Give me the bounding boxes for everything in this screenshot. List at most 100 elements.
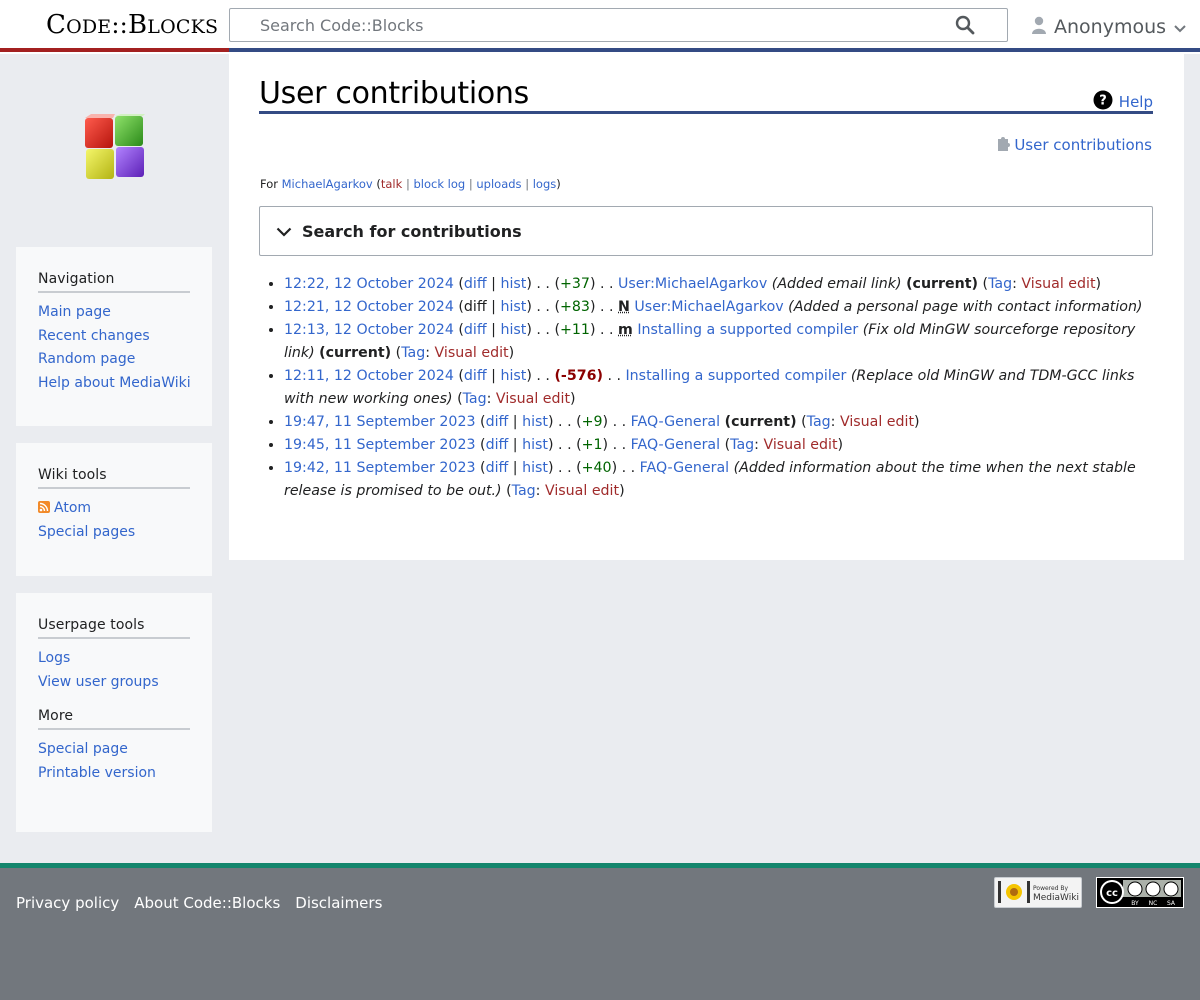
page-link[interactable]: User:MichaelAgarkov: [634, 299, 783, 315]
entry-timestamp-link[interactable]: 12:21, 12 October 2024: [284, 299, 454, 315]
hist-link[interactable]: hist: [500, 368, 526, 384]
search-input[interactable]: [230, 9, 950, 41]
sidebar-item-special-pages[interactable]: Special pages: [38, 524, 135, 540]
sidebar-navigation: Navigation Main page Recent changes Rand…: [16, 247, 212, 426]
sidebar-item-printable-version[interactable]: Printable version: [38, 765, 156, 781]
tag-value-link[interactable]: Visual edit: [435, 345, 509, 361]
size-diff: +1: [581, 437, 603, 453]
user-menu[interactable]: Anonymous: [1032, 14, 1186, 40]
size-diff: +37: [559, 276, 590, 292]
sidebar-userpage-tools: Userpage tools Logs View user groups Mor…: [16, 593, 212, 832]
tag-link[interactable]: Tag: [988, 276, 1012, 292]
sidebar-item-help-mediawiki[interactable]: Help about MediaWiki: [38, 375, 191, 391]
sidebar-navigation-heading: Navigation: [38, 271, 190, 293]
block-log-link[interactable]: block log: [413, 177, 465, 191]
diff-link[interactable]: diff: [486, 414, 509, 430]
tag-link[interactable]: Tag: [401, 345, 425, 361]
hist-link[interactable]: hist: [500, 299, 526, 315]
edit-summary: (Added email link): [771, 276, 902, 292]
svg-text:NC: NC: [1149, 900, 1158, 907]
sidebar-item-view-user-groups[interactable]: View user groups: [38, 674, 159, 690]
tag-value-link[interactable]: Visual edit: [545, 483, 619, 499]
user-menu-label: Anonymous: [1054, 16, 1167, 38]
diff-link[interactable]: diff: [486, 460, 509, 476]
footer-link-disclaimers[interactable]: Disclaimers: [295, 894, 382, 912]
tag-value-link[interactable]: Visual edit: [1021, 276, 1095, 292]
entry-timestamp-link[interactable]: 19:45, 11 September 2023: [284, 437, 476, 453]
page-link[interactable]: FAQ-General: [631, 414, 720, 430]
tag-link[interactable]: Tag: [807, 414, 831, 430]
main-content: User contributions ? Help User contribut…: [229, 52, 1184, 560]
page-link[interactable]: FAQ-General: [640, 460, 729, 476]
entry-timestamp-link[interactable]: 19:42, 11 September 2023: [284, 460, 476, 476]
footer-link-privacy[interactable]: Privacy policy: [16, 894, 119, 912]
title-rule: [259, 111, 1153, 114]
hist-link[interactable]: hist: [522, 460, 548, 476]
chevron-down-icon: [1174, 16, 1186, 38]
tag-link[interactable]: Tag: [512, 483, 536, 499]
contribution-entry: 12:22, 12 October 2024 (diff | hist) . .…: [284, 273, 1154, 296]
logs-link[interactable]: logs: [533, 177, 557, 191]
entry-timestamp-link[interactable]: 12:22, 12 October 2024: [284, 276, 454, 292]
sidebar-item-atom[interactable]: Atom: [54, 500, 91, 516]
sidebar-item-main-page[interactable]: Main page: [38, 304, 111, 320]
search-contributions-toggle[interactable]: Search for contributions: [259, 206, 1153, 256]
tag-value-link[interactable]: Visual edit: [840, 414, 914, 430]
user-link[interactable]: MichaelAgarkov: [282, 177, 373, 191]
entry-timestamp-link[interactable]: 12:13, 12 October 2024: [284, 322, 454, 338]
hist-link[interactable]: hist: [500, 276, 526, 292]
hist-link[interactable]: hist: [522, 414, 548, 430]
svg-text:BY: BY: [1131, 900, 1139, 907]
tag-value-link[interactable]: Visual edit: [763, 437, 837, 453]
entry-timestamp-link[interactable]: 12:11, 12 October 2024: [284, 368, 454, 384]
sidebar-item-special-page[interactable]: Special page: [38, 741, 128, 757]
sidebar-item-logs[interactable]: Logs: [38, 650, 70, 666]
uploads-link[interactable]: uploads: [476, 177, 521, 191]
svg-text:cc: cc: [1106, 888, 1118, 899]
diff-link[interactable]: diff: [486, 437, 509, 453]
for-prefix: For: [260, 177, 282, 191]
sidebar-item-random-page[interactable]: Random page: [38, 351, 135, 367]
hist-link[interactable]: hist: [500, 322, 526, 338]
page-link[interactable]: Installing a supported compiler: [626, 368, 847, 384]
tag-link[interactable]: Tag: [730, 437, 754, 453]
current-marker: (current): [906, 276, 979, 292]
site-logo[interactable]: [83, 114, 147, 182]
diff-link[interactable]: diff: [464, 322, 487, 338]
talk-link[interactable]: talk: [381, 177, 402, 191]
current-marker: (current): [319, 345, 392, 361]
contribution-entry: 19:47, 11 September 2023 (diff | hist) .…: [284, 411, 1154, 434]
tag-link[interactable]: Tag: [463, 391, 487, 407]
sidebar-wiki-tools-heading: Wiki tools: [38, 467, 190, 489]
diff-link[interactable]: diff: [464, 368, 487, 384]
contribution-entry: 19:42, 11 September 2023 (diff | hist) .…: [284, 457, 1154, 503]
page-link[interactable]: User:MichaelAgarkov: [618, 276, 767, 292]
diff-link[interactable]: diff: [464, 276, 487, 292]
contribution-entry: 12:11, 12 October 2024 (diff | hist) . .…: [284, 365, 1154, 411]
entry-timestamp-link[interactable]: 19:47, 11 September 2023: [284, 414, 476, 430]
svg-text:?: ?: [1099, 94, 1107, 109]
search-icon[interactable]: [955, 15, 977, 37]
header: CODE::BLOCKS Anonymous: [0, 0, 1200, 54]
site-title[interactable]: CODE::BLOCKS: [46, 10, 218, 40]
size-diff: +83: [559, 299, 590, 315]
sidebar-more-heading: More: [38, 708, 190, 730]
search-box: [229, 8, 1008, 42]
creative-commons-license-badge[interactable]: cc BY NC SA: [1096, 877, 1184, 908]
page-title: User contributions: [259, 76, 529, 111]
sidebar-userpage-tools-heading: Userpage tools: [38, 617, 190, 639]
puzzle-icon: [996, 135, 1011, 155]
page-link[interactable]: FAQ-General: [631, 437, 720, 453]
contribution-entry: 12:21, 12 October 2024 (diff | hist) . .…: [284, 296, 1154, 319]
hist-link[interactable]: hist: [522, 437, 548, 453]
tag-value-link[interactable]: Visual edit: [496, 391, 570, 407]
indicator-label: User contributions: [1014, 136, 1152, 154]
sidebar-item-recent-changes[interactable]: Recent changes: [38, 328, 150, 344]
page-link[interactable]: Installing a supported compiler: [637, 322, 858, 338]
contributions-for-line: For MichaelAgarkov (talk | block log | u…: [260, 177, 561, 191]
user-contributions-indicator[interactable]: User contributions: [996, 135, 1152, 155]
powered-by-mediawiki-badge[interactable]: Powered By MediaWiki: [994, 877, 1082, 908]
contribution-entry: 12:13, 12 October 2024 (diff | hist) . .…: [284, 319, 1154, 365]
help-link[interactable]: ? Help: [1093, 90, 1153, 114]
footer-link-about[interactable]: About Code::Blocks: [134, 894, 280, 912]
